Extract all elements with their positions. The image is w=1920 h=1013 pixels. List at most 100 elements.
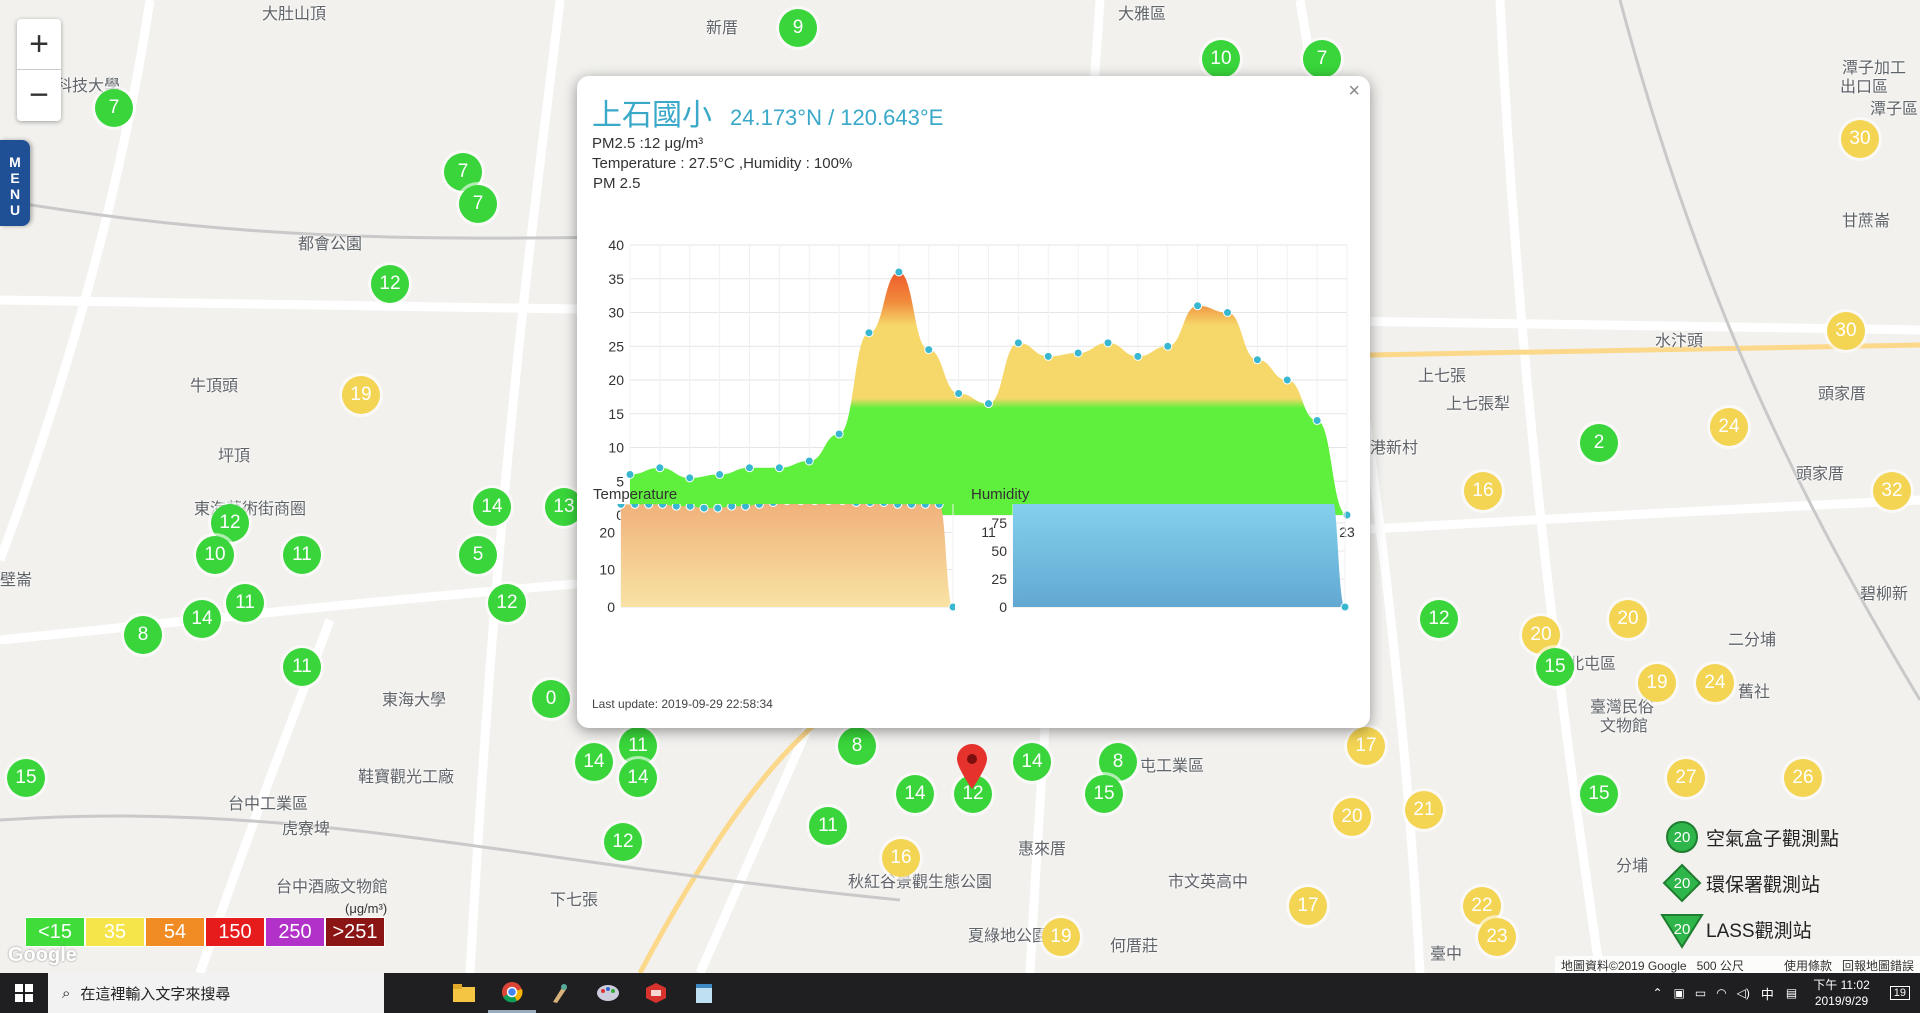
sensor-marker[interactable]: 17 <box>1289 887 1327 925</box>
paint-app-icon[interactable] <box>536 973 584 1013</box>
input-mode-icon[interactable]: ▤ <box>1786 986 1797 1000</box>
sensor-marker[interactable]: 27 <box>1667 759 1705 797</box>
sensor-marker[interactable]: 7 <box>1303 40 1341 78</box>
data-point[interactable] <box>1073 348 1083 358</box>
sensor-marker[interactable]: 30 <box>1841 120 1879 158</box>
data-point[interactable] <box>894 267 904 277</box>
data-point[interactable] <box>685 504 695 511</box>
windows-start-icon[interactable] <box>0 973 48 1013</box>
data-point[interactable] <box>713 504 723 513</box>
sensor-marker[interactable]: 2 <box>1580 424 1618 462</box>
sensor-marker[interactable]: 26 <box>1784 759 1822 797</box>
sensor-marker[interactable]: 12 <box>604 823 642 861</box>
data-point[interactable] <box>644 504 654 509</box>
data-point[interactable] <box>1163 341 1173 351</box>
sensor-marker[interactable]: 32 <box>1873 472 1911 510</box>
data-point[interactable] <box>741 504 750 511</box>
zoom-out-button[interactable]: − <box>17 70 61 121</box>
sensor-marker[interactable]: 30 <box>1827 312 1865 350</box>
sensor-marker[interactable]: 24 <box>1710 408 1748 446</box>
network-icon[interactable]: ◠ <box>1716 986 1726 1000</box>
data-point[interactable] <box>1043 351 1053 361</box>
data-point[interactable] <box>1133 351 1143 361</box>
data-point[interactable] <box>727 504 737 511</box>
sensor-marker[interactable]: 20 <box>1609 600 1647 638</box>
data-point[interactable] <box>984 399 993 409</box>
data-point[interactable] <box>834 429 844 439</box>
data-point[interactable] <box>924 345 934 355</box>
sensor-marker[interactable]: 12 <box>371 265 409 303</box>
sensor-marker[interactable]: 19 <box>342 376 380 414</box>
sensor-marker[interactable]: 11 <box>283 648 321 686</box>
data-point[interactable] <box>658 504 667 509</box>
data-point[interactable] <box>1223 308 1232 317</box>
sensor-marker[interactable]: 5 <box>459 536 497 574</box>
clock[interactable]: 下午 11:02 2019/9/29 <box>1813 977 1869 1009</box>
sensor-marker[interactable]: 12 <box>488 584 526 622</box>
sensor-marker[interactable]: 8 <box>838 727 876 765</box>
sensor-marker[interactable]: 24 <box>1696 664 1734 702</box>
sensor-marker[interactable]: 16 <box>882 839 920 877</box>
data-point[interactable] <box>907 504 916 509</box>
sensor-marker[interactable]: 0 <box>532 680 570 718</box>
close-icon[interactable]: × <box>1348 80 1360 103</box>
sensor-marker[interactable]: 7 <box>459 185 497 223</box>
sensor-marker[interactable]: 21 <box>1405 791 1443 829</box>
data-point[interactable] <box>1103 338 1113 348</box>
sensor-marker[interactable]: 14 <box>619 759 657 797</box>
sensor-marker[interactable]: 20 <box>1333 798 1371 836</box>
data-point[interactable] <box>864 328 874 338</box>
sensor-marker[interactable]: 11 <box>283 536 321 574</box>
sensor-marker[interactable]: 16 <box>1464 472 1502 510</box>
sensor-marker[interactable]: 19 <box>1042 918 1080 956</box>
data-point[interactable] <box>920 504 930 509</box>
sketchup-icon[interactable] <box>632 973 680 1013</box>
sensor-marker[interactable]: 19 <box>1638 664 1676 702</box>
location-pin-icon[interactable] <box>955 742 989 790</box>
sensor-marker[interactable]: 12 <box>1420 600 1458 638</box>
data-point[interactable] <box>1193 301 1203 311</box>
ime-indicator[interactable]: 中 <box>1761 984 1774 1003</box>
menu-tab[interactable]: MENU <box>0 140 30 226</box>
sensor-marker[interactable]: 15 <box>7 759 45 797</box>
data-point[interactable] <box>715 470 725 479</box>
taskbar-search-box[interactable]: ⌕ 在這裡輸入文字來搜尋 <box>48 973 384 1013</box>
data-point[interactable] <box>1312 416 1322 425</box>
volume-icon[interactable]: ◁) <box>1737 986 1750 1000</box>
sensor-marker[interactable]: 15 <box>1536 648 1574 686</box>
data-point[interactable] <box>655 463 665 473</box>
data-point[interactable] <box>948 602 955 612</box>
data-point[interactable] <box>685 473 695 483</box>
sensor-marker[interactable]: 11 <box>809 807 847 845</box>
data-point[interactable] <box>745 463 754 473</box>
data-point[interactable] <box>1340 602 1350 612</box>
data-point[interactable] <box>934 504 944 509</box>
notepad-icon[interactable] <box>680 973 728 1013</box>
battery-icon[interactable]: ▭ <box>1695 986 1706 1000</box>
data-point[interactable] <box>1282 375 1292 385</box>
sensor-marker[interactable]: 15 <box>1580 775 1618 813</box>
report-link[interactable]: 回報地圖錯誤 <box>1842 959 1914 973</box>
sensor-marker[interactable]: 14 <box>896 775 934 813</box>
data-point[interactable] <box>625 470 635 479</box>
sensor-marker[interactable]: 10 <box>196 536 234 574</box>
data-point[interactable] <box>1013 338 1023 348</box>
palette-app-icon[interactable] <box>584 973 632 1013</box>
sensor-marker[interactable]: 14 <box>575 743 613 781</box>
file-explorer-icon[interactable] <box>440 973 488 1013</box>
sensor-marker[interactable]: 14 <box>473 488 511 526</box>
sensor-marker[interactable]: 14 <box>1013 743 1051 781</box>
data-point[interactable] <box>774 463 784 473</box>
notification-icon[interactable]: 19 <box>1889 986 1910 1000</box>
data-point[interactable] <box>754 504 764 509</box>
data-point[interactable] <box>699 504 709 513</box>
data-point[interactable] <box>616 504 626 509</box>
data-point[interactable] <box>804 456 814 466</box>
terms-link[interactable]: 使用條款 <box>1784 959 1832 973</box>
data-point[interactable] <box>1252 355 1262 365</box>
sensor-marker[interactable]: 11 <box>226 584 264 622</box>
data-point[interactable] <box>671 504 681 511</box>
chrome-icon[interactable] <box>488 973 536 1013</box>
chevron-up-icon[interactable]: ⌃ <box>1652 986 1662 1000</box>
sensor-marker[interactable]: 14 <box>183 600 221 638</box>
